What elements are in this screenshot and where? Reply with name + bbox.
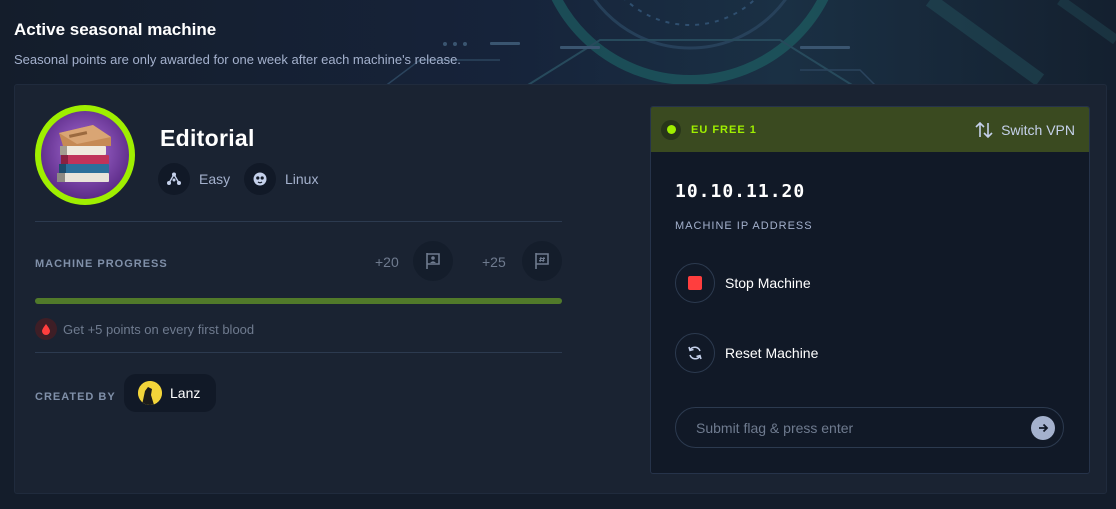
machine-name: Editorial <box>160 125 255 151</box>
machine-control-panel: EU FREE 1 Switch VPN 10.10.11.20 MACHINE… <box>650 106 1090 474</box>
stop-icon <box>675 263 715 303</box>
first-blood-note: Get +5 points on every first blood <box>35 318 254 340</box>
machine-ip-label: MACHINE IP ADDRESS <box>675 220 813 232</box>
switch-vpn-label: Switch VPN <box>1001 121 1075 138</box>
creator-name: Lanz <box>170 385 201 401</box>
books-stack-icon <box>57 125 111 182</box>
os-label: Linux <box>285 171 319 187</box>
first-blood-text: Get +5 points on every first blood <box>63 321 255 337</box>
flag-submit-field <box>675 407 1064 448</box>
creator-chip[interactable]: Lanz <box>124 374 217 412</box>
stop-machine-label: Stop Machine <box>725 275 811 291</box>
os-tag: Linux <box>244 163 318 195</box>
vpn-server-name: EU FREE 1 <box>691 123 757 136</box>
user-flag-button[interactable] <box>413 241 453 281</box>
flag-input[interactable] <box>696 419 1031 436</box>
user-flag-points: +20 <box>375 254 399 270</box>
stop-machine-button[interactable]: Stop Machine <box>675 263 811 303</box>
difficulty-tag: Easy <box>158 163 230 195</box>
root-flag-icon <box>535 253 549 269</box>
page-subtitle: Seasonal points are only awarded for one… <box>14 52 461 67</box>
page-title: Active seasonal machine <box>14 20 217 39</box>
swap-arrows-icon <box>975 121 993 138</box>
reset-machine-button[interactable]: Reset Machine <box>675 333 818 373</box>
difficulty-icon <box>158 163 190 195</box>
creator-avatar <box>138 381 162 405</box>
arrow-right-icon <box>1039 423 1049 432</box>
divider <box>35 352 562 353</box>
page-header: Active seasonal machine Seasonal points … <box>14 20 461 67</box>
difficulty-label: Easy <box>199 171 231 187</box>
switch-vpn-button[interactable]: Switch VPN <box>974 121 1075 139</box>
machine-progress-label: MACHINE PROGRESS <box>35 258 168 270</box>
blood-drop-icon <box>35 318 57 340</box>
machine-ip-address[interactable]: 10.10.11.20 <box>675 181 805 202</box>
root-flag-points: +25 <box>482 254 506 270</box>
vpn-bar: EU FREE 1 Switch VPN <box>651 107 1089 152</box>
created-by-label: CREATED BY <box>35 391 116 403</box>
machine-progress-bar <box>35 298 562 304</box>
reset-machine-label: Reset Machine <box>725 345 819 361</box>
machine-avatar[interactable] <box>35 105 135 205</box>
user-flag-icon <box>426 253 440 269</box>
divider <box>35 221 562 222</box>
refresh-icon <box>675 333 715 373</box>
machine-card: Editorial Easy Linux MACHINE PROGRESS +2… <box>14 84 1107 494</box>
machine-progress-fill <box>35 298 562 304</box>
linux-icon <box>244 163 276 195</box>
submit-flag-button[interactable] <box>1031 415 1055 440</box>
vpn-status-icon <box>661 119 681 140</box>
root-flag-button[interactable] <box>522 241 562 281</box>
